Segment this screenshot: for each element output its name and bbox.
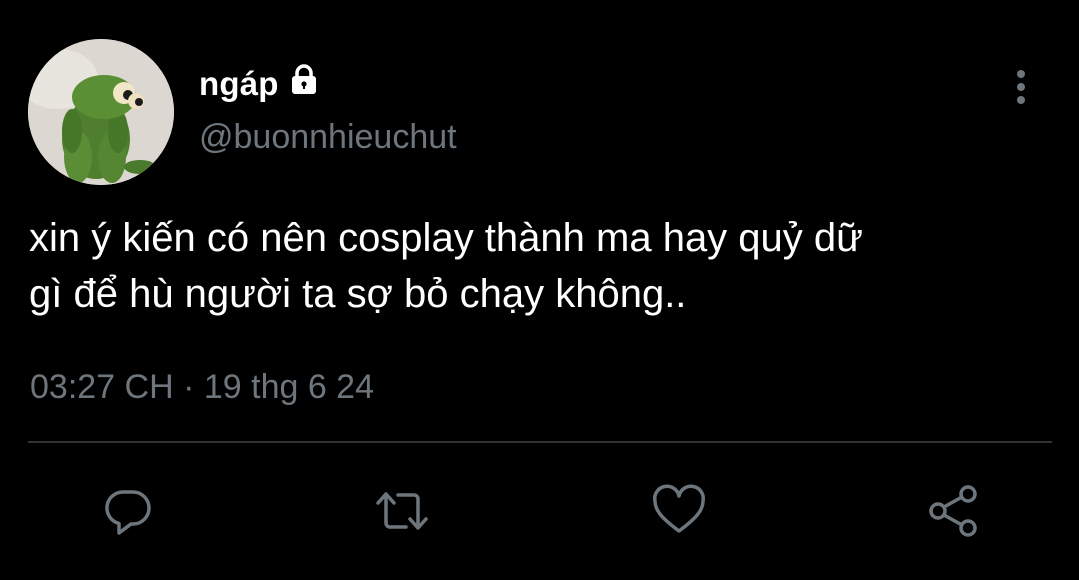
reply-button[interactable] (100, 483, 156, 539)
tweet-text: xin ý kiến có nên cosplay thành ma hay q… (29, 216, 863, 316)
reply-icon (105, 490, 151, 535)
frog-plush-avatar (28, 39, 174, 185)
display-name[interactable]: ngáp (199, 65, 279, 103)
avatar[interactable] (28, 39, 174, 185)
share-button[interactable] (926, 483, 982, 539)
retweet-button[interactable] (374, 483, 430, 539)
retweet-icon (376, 492, 428, 530)
divider (28, 441, 1052, 443)
share-icon (929, 485, 977, 537)
like-button[interactable] (651, 483, 707, 539)
lock-icon (287, 62, 321, 101)
author-name-row: ngáp (199, 62, 321, 106)
heart-icon (653, 484, 705, 533)
author-handle[interactable]: @buonnhieuchut (199, 118, 457, 157)
more-vertical-icon[interactable] (1008, 68, 1034, 108)
tweet-timestamp[interactable]: 03:27 CH · 19 thg 6 24 (30, 368, 374, 407)
